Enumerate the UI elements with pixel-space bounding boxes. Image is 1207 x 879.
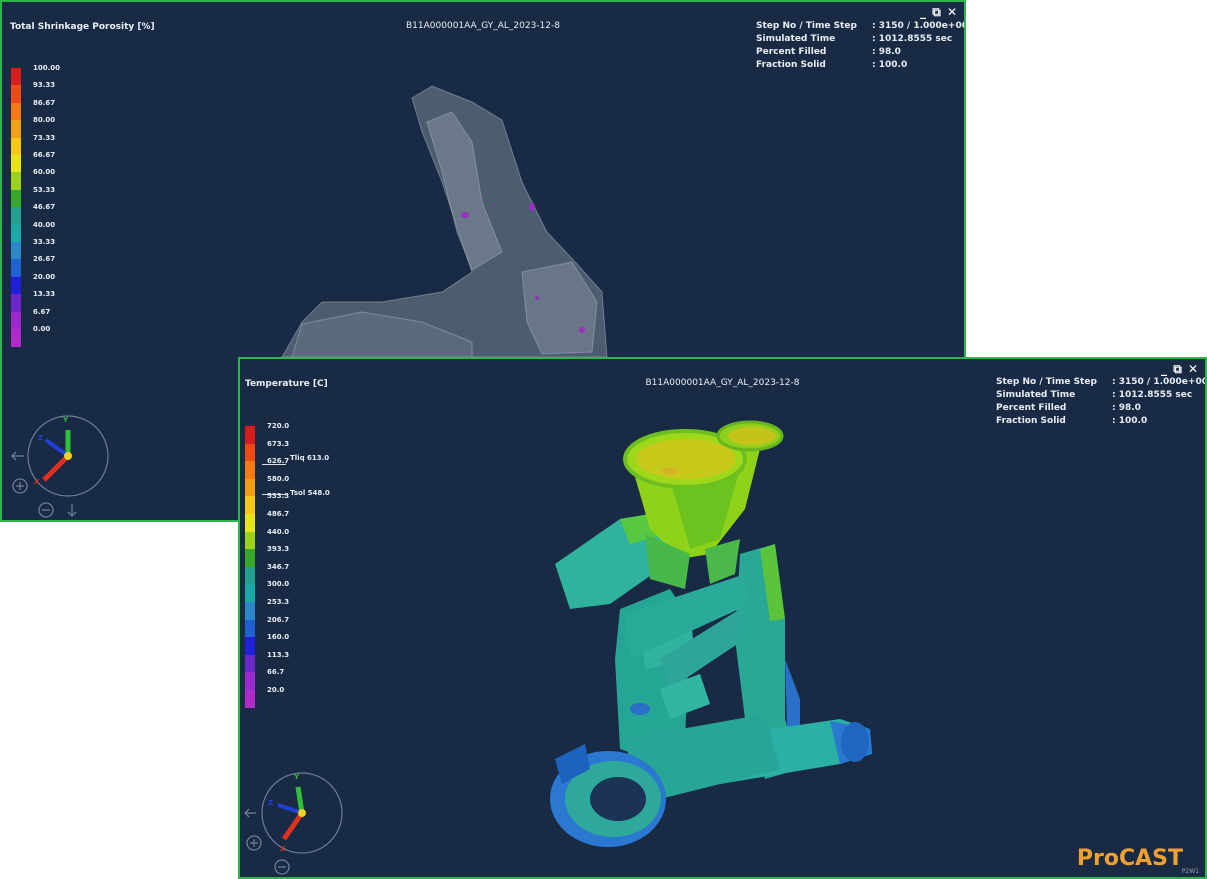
y-axis-label: Y: [293, 773, 300, 781]
orientation-gizmo[interactable]: Y X Z: [10, 412, 120, 522]
procast-logo: ProCAST: [1076, 846, 1183, 871]
z-axis-label: Z: [268, 799, 273, 807]
orientation-gizmo[interactable]: Y X Z: [242, 769, 352, 879]
temperature-viewport[interactable]: Temperature [C] B11A000001AA_GY_AL_2023-…: [238, 357, 1207, 879]
x-axis-label: X: [34, 478, 40, 486]
procast-logo-sub: P2W1: [1181, 868, 1199, 875]
y-axis-label: Y: [62, 416, 69, 424]
x-axis-label: X: [280, 845, 286, 853]
casting-model-view[interactable]: [240, 359, 1205, 877]
z-axis-label: Z: [38, 434, 43, 442]
